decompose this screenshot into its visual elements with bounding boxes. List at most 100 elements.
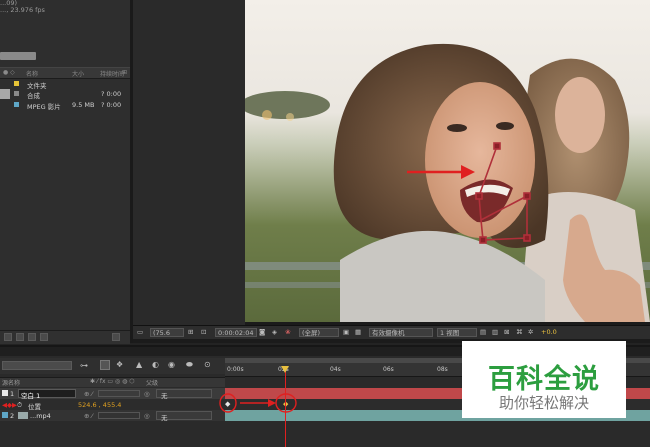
timeline-icon[interactable]: ⊠: [504, 328, 514, 337]
layer-number: 1: [10, 390, 15, 398]
viewer-pasteboard: [133, 0, 245, 325]
layer-number: 2: [10, 412, 15, 420]
project-column-header: ● ◇ 名称 大小 持续时间 ⊞: [0, 67, 130, 79]
ruler-label: 06s: [383, 366, 394, 373]
exposure-reset-icon[interactable]: ✲: [528, 328, 538, 337]
layer-name: ...mp4: [30, 412, 51, 420]
new-composition-icon[interactable]: [28, 333, 36, 341]
keyframe-navigator-icon[interactable]: ◀◆▶: [2, 401, 17, 409]
label-column-icon: ● ◇: [3, 69, 15, 76]
video-frame[interactable]: [245, 0, 650, 322]
resolution-value: (全屏): [302, 329, 321, 337]
camera-value: 有效摄像机: [372, 329, 405, 337]
comp-mini-flowchart-icon[interactable]: ⊶: [80, 361, 88, 370]
playhead-handle[interactable]: [281, 366, 289, 373]
channel-icon[interactable]: ❀: [285, 328, 295, 337]
watermark-title: 百科全说: [488, 364, 600, 395]
item-name: 合成: [27, 92, 40, 100]
views-dropdown[interactable]: 1 视图: [437, 328, 477, 337]
motion-blur-icon[interactable]: ◐: [152, 360, 159, 369]
layer-name-box[interactable]: 空白 1: [18, 389, 76, 400]
toggle-pixel-aspect-icon[interactable]: ▤: [480, 328, 490, 337]
current-time: 0:00:02:04: [218, 329, 254, 337]
col-name[interactable]: 名称: [26, 69, 38, 78]
current-time-field[interactable]: 0:00:02:04: [215, 328, 257, 337]
col-source-name[interactable]: 源名称: [2, 378, 20, 387]
exposure-value[interactable]: +0.0: [541, 328, 567, 337]
zoom-value: (75.6: [153, 329, 171, 337]
watermark-logo: 百科全说 助你轻松解决: [462, 341, 626, 418]
layer-label-swatch[interactable]: [2, 412, 8, 418]
item-name: MPEG 影片: [27, 103, 61, 111]
item-duration: ? 0:00: [101, 101, 122, 109]
parent-value: 无: [161, 414, 168, 422]
draft-3d-icon[interactable]: [100, 360, 110, 370]
magnification-dropdown[interactable]: (75.6: [150, 328, 184, 337]
layer-switches-icon[interactable]: ⊕ ⁄: [84, 412, 93, 420]
column-menu-icon[interactable]: ⊞: [122, 69, 127, 76]
footage-info: ...09) ..., 23.976 fps: [0, 0, 128, 14]
layer-switch-boxes[interactable]: [98, 390, 140, 397]
fast-previews-icon[interactable]: ▥: [492, 328, 502, 337]
parent-pickwhip-icon[interactable]: ◎: [144, 390, 150, 398]
ruler-label: 04s: [330, 366, 341, 373]
switches-icon[interactable]: ✱ ⁄ fx ▭ ◎ ◍ ⬡: [90, 378, 135, 385]
project-item[interactable]: 合成 ? 0:00: [0, 89, 130, 100]
property-value[interactable]: 524.6 , 455.4: [78, 401, 121, 409]
brainstorm-icon[interactable]: ◉: [168, 360, 175, 369]
watermark-subtitle: 助你轻松解决: [498, 394, 589, 412]
frame-blending-icon[interactable]: ▲: [136, 360, 142, 369]
auto-keyframe-icon[interactable]: ⊙: [204, 360, 211, 369]
flowchart-icon[interactable]: ⌘: [516, 328, 526, 337]
layer-switches-icon[interactable]: ⊕ ⁄: [84, 390, 93, 398]
always-preview-icon[interactable]: ▭: [137, 328, 147, 337]
property-row-position[interactable]: ◀◆▶ ⏱ 位置 524.6 , 455.4: [0, 399, 225, 411]
resolution-dropdown[interactable]: (全屏): [299, 328, 339, 337]
viewer-control-bar: ▭ (75.6 ⊞ ⊡ 0:00:02:04 ◙ ◈ ❀ (全屏) ▣ ▦ 有效…: [133, 325, 650, 339]
parent-dropdown[interactable]: 无: [156, 411, 212, 422]
label-swatch[interactable]: [14, 102, 19, 107]
video-frame-image: [245, 0, 650, 322]
project-search-input[interactable]: [0, 52, 36, 60]
keyframe-annotation: [219, 393, 297, 413]
col-size[interactable]: 大小: [72, 69, 84, 78]
project-panel: ...09) ..., 23.976 fps ● ◇ 名称 大小 持续时间 ⊞ …: [0, 0, 130, 344]
parent-pickwhip-icon[interactable]: ◎: [144, 412, 150, 420]
shy-layers-icon[interactable]: ❖: [116, 360, 123, 369]
show-snapshot-icon[interactable]: ◈: [272, 328, 282, 337]
item-duration: ? 0:00: [101, 90, 122, 98]
timeline-toolbar: ⊶ ❖ ▲ ◐ ◉ ⬬ ⊙: [0, 358, 225, 374]
layer-row-footage[interactable]: 2 ...mp4 ⊕ ⁄ ◎ 无: [0, 410, 225, 422]
layer-switch-boxes[interactable]: [98, 412, 140, 419]
views-value: 1 视图: [440, 329, 460, 337]
interpret-footage-icon[interactable]: [4, 333, 12, 341]
parent-dropdown[interactable]: 无: [156, 389, 212, 400]
item-size: 9.5 MB: [72, 101, 95, 109]
camera-dropdown[interactable]: 有效摄像机: [369, 328, 433, 337]
project-item[interactable]: MPEG 影片 9.5 MB ? 0:00: [0, 100, 130, 111]
title-safe-icon[interactable]: ⊞: [188, 328, 198, 337]
color-depth-icon[interactable]: [40, 333, 48, 341]
mask-visibility-icon[interactable]: ⊡: [201, 328, 211, 337]
col-duration[interactable]: 持续时间: [100, 69, 124, 78]
selection-marker: [0, 89, 10, 99]
delete-icon[interactable]: [112, 333, 120, 341]
new-folder-icon[interactable]: [16, 333, 24, 341]
footage-info-line2: ..., 23.976 fps: [0, 6, 45, 14]
project-bottom-bar: [0, 330, 130, 344]
ruler-label: 0:00s: [227, 366, 244, 373]
label-swatch[interactable]: [14, 81, 19, 86]
timeline-search-input[interactable]: [2, 361, 72, 370]
snapshot-icon[interactable]: ◙: [259, 328, 269, 337]
layer-row-null[interactable]: 1 空白 1 ⊕ ⁄ ◎ 无: [0, 388, 225, 400]
stopwatch-icon[interactable]: ⏱: [17, 401, 22, 410]
ruler-label: 08s: [437, 366, 448, 373]
transparency-grid-icon[interactable]: ▦: [355, 328, 365, 337]
label-swatch[interactable]: [14, 91, 19, 96]
region-of-interest-icon[interactable]: ▣: [343, 328, 353, 337]
col-parent[interactable]: 父级: [146, 378, 158, 387]
graph-editor-icon[interactable]: ⬬: [186, 360, 193, 370]
layer-label-swatch[interactable]: [2, 390, 8, 396]
layer-column-header: 源名称 ✱ ⁄ fx ▭ ◎ ◍ ⬡ 父级: [0, 377, 225, 387]
project-item[interactable]: 文件夹: [0, 79, 130, 90]
